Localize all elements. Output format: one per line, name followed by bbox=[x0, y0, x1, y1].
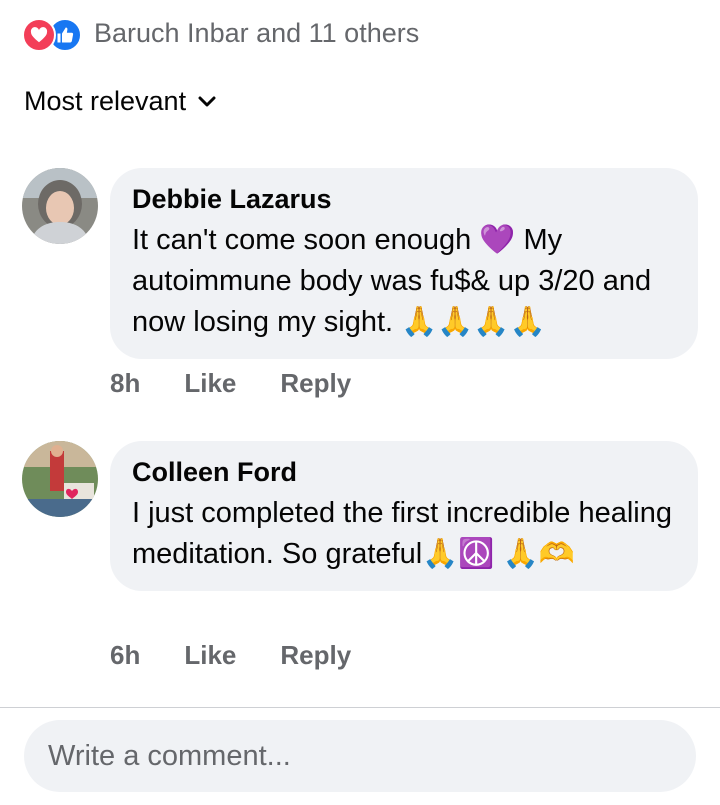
comment-time: 6h bbox=[110, 640, 141, 670]
reply-button[interactable]: Reply bbox=[280, 368, 351, 399]
chevron-down-icon bbox=[198, 96, 216, 108]
comment-text: I just completed the first incredible he… bbox=[132, 497, 673, 570]
comment-author[interactable]: Debbie Lazarus bbox=[132, 182, 674, 216]
comment-sort-dropdown[interactable]: Most relevant bbox=[24, 86, 216, 117]
heart-reaction-icon bbox=[22, 18, 56, 52]
comment-author[interactable]: Colleen Ford bbox=[132, 455, 674, 489]
sort-label: Most relevant bbox=[24, 86, 187, 116]
avatar[interactable] bbox=[22, 168, 98, 244]
reply-button[interactable]: Reply bbox=[280, 640, 351, 671]
comment-time: 8h bbox=[110, 368, 141, 398]
reactions-summary[interactable]: Baruch Inbar and 11 others bbox=[22, 14, 419, 52]
avatar[interactable] bbox=[22, 441, 98, 517]
comment-actions: 8h Like Reply bbox=[110, 368, 395, 399]
comment-actions: 6h Like Reply bbox=[110, 640, 395, 671]
comment-bubble: Debbie Lazarus It can't come soon enough… bbox=[110, 168, 698, 359]
like-button[interactable]: Like bbox=[184, 368, 236, 399]
comment-bubble: Colleen Ford I just completed the first … bbox=[110, 441, 698, 591]
comment-text: It can't come soon enough 💜 My autoimmun… bbox=[132, 224, 652, 338]
comment-input[interactable]: Write a comment... bbox=[24, 720, 696, 792]
reaction-icons bbox=[22, 16, 84, 52]
like-button[interactable]: Like bbox=[184, 640, 236, 671]
divider bbox=[0, 707, 720, 708]
reactions-count-text[interactable]: Baruch Inbar and 11 others bbox=[94, 18, 419, 49]
comment-input-placeholder: Write a comment... bbox=[48, 739, 291, 772]
